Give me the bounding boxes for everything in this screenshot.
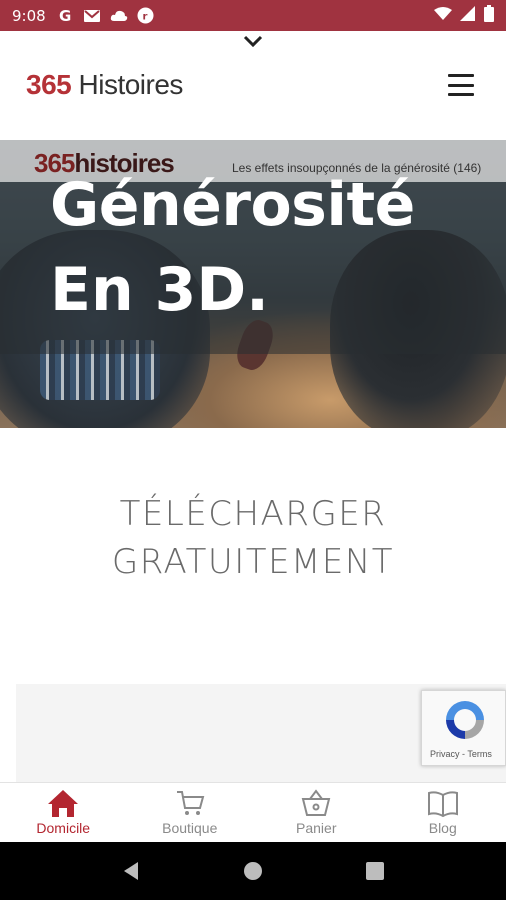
recents-icon[interactable] (355, 851, 395, 891)
battery-icon (484, 5, 494, 26)
svg-text:r: r (142, 12, 147, 23)
home-button-icon[interactable] (233, 851, 273, 891)
gmail-icon (83, 9, 101, 23)
hero-title-line2: En 3D. (50, 255, 269, 325)
nav-item-blog[interactable]: Blog (380, 783, 506, 842)
collapse-chevron-icon[interactable] (243, 34, 263, 52)
nav-item-boutique[interactable]: Boutique (127, 783, 254, 842)
book-icon (427, 791, 458, 818)
wifi-icon (434, 6, 452, 25)
app-screen: 9:08 G r 365 Histoires 365histoires Les … (0, 0, 506, 900)
svg-text:G: G (59, 8, 71, 24)
recaptcha-badge[interactable]: Privacy - Terms (421, 690, 506, 766)
app-header: 365 Histoires (0, 58, 506, 118)
bottom-navigation: Domicile Boutique Panier Blog (0, 782, 506, 842)
nav-label-boutique: Boutique (162, 820, 218, 836)
nav-label-domicile: Domicile (36, 820, 91, 836)
download-cta-line2: GRATUITEMENT (111, 542, 395, 582)
download-cta-line1: TÉLÉCHARGER (119, 494, 387, 534)
google-icon: G (58, 8, 74, 24)
signal-icon (460, 6, 476, 25)
back-icon[interactable] (111, 851, 151, 891)
cloud-icon (110, 9, 128, 23)
nav-item-domicile[interactable]: Domicile (0, 783, 127, 842)
nav-item-panier[interactable]: Panier (253, 783, 380, 842)
cart-icon (176, 791, 205, 815)
brand-logo[interactable]: 365 Histoires (26, 69, 183, 101)
home-icon (48, 790, 79, 817)
hero-banner[interactable]: 365histoires Les effets insoupçonnés de … (0, 140, 506, 428)
download-free-button[interactable]: TÉLÉCHARGER GRATUITEMENT (0, 490, 506, 586)
status-time: 9:08 (12, 6, 46, 25)
recaptcha-icon (446, 701, 484, 739)
hamburger-menu-icon[interactable] (448, 74, 474, 96)
nav-label-blog: Blog (428, 820, 457, 836)
basket-icon (301, 789, 331, 816)
status-bar: 9:08 G r (0, 0, 506, 31)
brand-word: Histoires (71, 69, 183, 100)
app-notification-icon: r (137, 7, 154, 24)
status-right-group (434, 5, 494, 26)
system-navigation-bar (0, 842, 506, 900)
hero-title-line1: Générosité (50, 170, 415, 240)
recaptcha-legal[interactable]: Privacy - Terms (430, 749, 492, 759)
brand-number: 365 (26, 69, 72, 100)
nav-label-panier: Panier (296, 820, 337, 836)
